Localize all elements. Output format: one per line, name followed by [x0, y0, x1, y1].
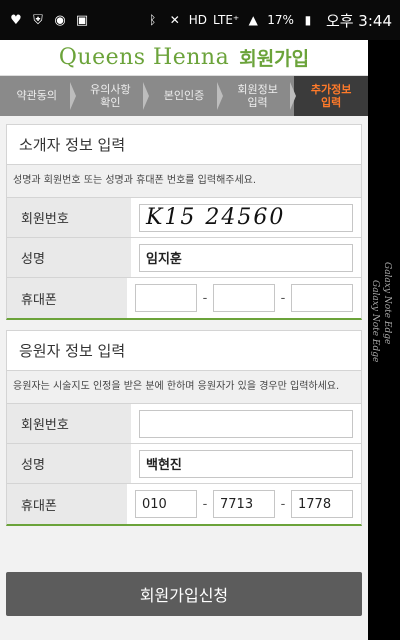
referrer-title: 소개자 정보 입력: [7, 125, 361, 165]
phone-dash: -: [280, 290, 286, 306]
referrer-phone-2[interactable]: [213, 284, 275, 312]
hd-badge: HD: [188, 13, 207, 27]
step-member-info: 회원정보 입력: [221, 76, 296, 116]
signup-submit-button[interactable]: 회원가입신청: [6, 572, 362, 616]
device-watermark: Galaxy Note Edge Galaxy Note Edge: [370, 262, 400, 382]
referrer-member-row: 회원번호 K15 24560: [7, 198, 361, 238]
applicant-member-input[interactable]: [139, 409, 353, 438]
referrer-phone-3[interactable]: [291, 284, 353, 312]
applicant-phone-label: 휴대폰: [7, 484, 127, 524]
step-notice: 유의사항 확인: [74, 76, 149, 116]
applicant-name-row: 성명 백현진: [7, 444, 361, 484]
applicant-note: 응원자는 시술지도 인정을 받은 분에 한하며 응원자가 있을 경우만 입력하세…: [7, 371, 361, 404]
status-bar: ♥ ⛨ ◉ ▣ ᛒ ✕ HD LTE⁺ ▲ 17% ▮ 오후 3:44: [0, 0, 400, 40]
referrer-phone-label: 휴대폰: [7, 278, 127, 318]
referrer-name-label: 성명: [7, 238, 131, 277]
page-header: Queens Henna 회원가입: [0, 40, 368, 76]
phone-dash: -: [202, 496, 208, 512]
battery-percent: 17%: [267, 13, 294, 27]
phone-dash: -: [280, 496, 286, 512]
mute-icon: ✕: [169, 13, 180, 27]
network-label: LTE⁺: [212, 13, 240, 27]
referrer-name-input[interactable]: 임지훈: [139, 243, 353, 272]
applicant-name-input[interactable]: 백현진: [139, 449, 353, 478]
referrer-phone-1[interactable]: [135, 284, 197, 312]
phone-dash: -: [202, 290, 208, 306]
applicant-section: 응원자 정보 입력 응원자는 시술지도 인정을 받은 분에 한하며 응원자가 있…: [6, 330, 362, 526]
step-verify: 본인인증: [147, 76, 223, 116]
media-icon: ◉: [54, 12, 66, 28]
referrer-member-label: 회원번호: [7, 198, 131, 237]
clock: 오후 3:44: [325, 11, 392, 30]
bluetooth-icon: ᛒ: [149, 13, 157, 27]
applicant-member-label: 회원번호: [7, 404, 131, 443]
applicant-phone-1[interactable]: 010: [135, 490, 197, 518]
heart-icon: ♥: [10, 12, 22, 28]
step-progress: 약관동의 유의사항 확인 본인인증 회원정보 입력 추가정보 입력: [0, 76, 368, 116]
brand-logo: Queens Henna: [58, 45, 230, 70]
referrer-section: 소개자 정보 입력 성명과 회원번호 또는 성명과 휴대폰 번호를 입력해주세요…: [6, 124, 362, 320]
step-terms: 약관동의: [0, 76, 76, 116]
applicant-phone-2[interactable]: 7713: [213, 490, 275, 518]
applicant-phone-row: 휴대폰 010 - 7713 - 1778: [7, 484, 361, 524]
referrer-name-row: 성명 임지훈: [7, 238, 361, 278]
watermark-text-1: Galaxy Note Edge: [382, 262, 392, 345]
battery-icon: ▮: [304, 13, 312, 27]
applicant-phone-3[interactable]: 1778: [291, 490, 353, 518]
notification-icon: ▣: [75, 12, 89, 28]
app-frame: Queens Henna 회원가입 약관동의 유의사항 확인 본인인증 회원정보…: [0, 40, 368, 640]
referrer-note: 성명과 회원번호 또는 성명과 휴대폰 번호를 입력해주세요.: [7, 165, 361, 198]
page-title: 회원가입: [239, 48, 310, 70]
applicant-title: 응원자 정보 입력: [7, 331, 361, 371]
shield-icon: ⛨: [33, 12, 43, 28]
step-additional-info: 추가정보 입력: [294, 76, 368, 116]
watermark-text-2: Galaxy Note Edge: [370, 280, 380, 363]
referrer-member-input[interactable]: K15 24560: [139, 203, 353, 232]
referrer-phone-row: 휴대폰 - -: [7, 278, 361, 318]
applicant-name-label: 성명: [7, 444, 131, 483]
applicant-member-row: 회원번호: [7, 404, 361, 444]
signal-icon: ▲: [248, 13, 258, 27]
